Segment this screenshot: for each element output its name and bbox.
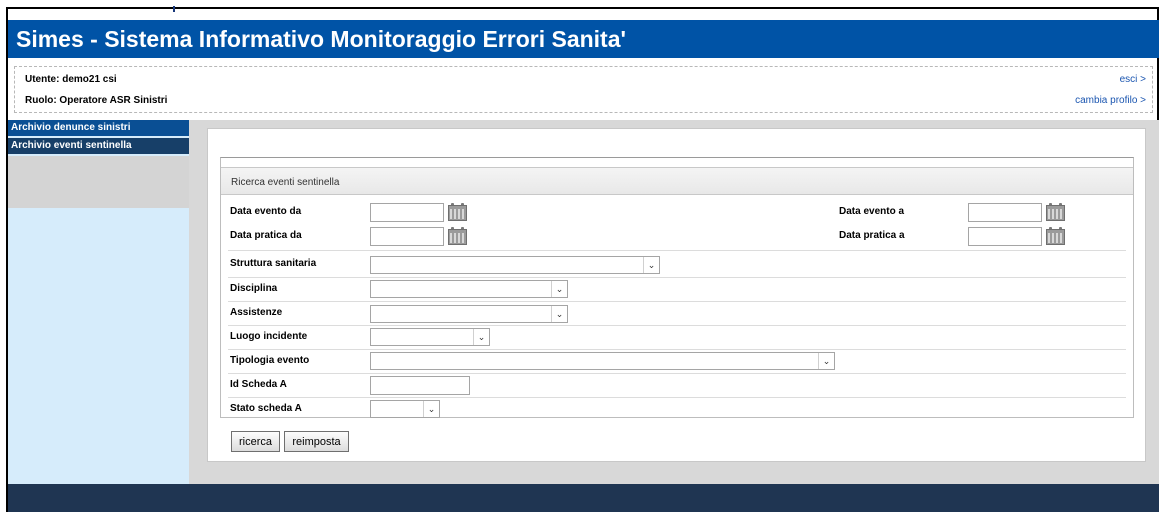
chevron-down-icon: ⌄ [423, 401, 439, 417]
chevron-down-icon: ⌄ [818, 353, 834, 369]
tipologia-evento-label: Tipologia evento [230, 355, 310, 366]
user-role: Ruolo: Operatore ASR Sinistri [25, 95, 168, 106]
sidebar: Archivio denunce sinistri Archivio event… [8, 120, 189, 484]
title-bar: Simes - Sistema Informativo Monitoraggio… [8, 20, 1159, 58]
id-scheda-a-input[interactable] [370, 376, 470, 395]
calendar-icon[interactable] [447, 203, 468, 221]
change-profile-link[interactable]: cambia profilo > [1075, 95, 1146, 106]
assistenze-value [371, 311, 374, 322]
search-button[interactable]: ricerca [231, 431, 280, 452]
user-info-box: Utente: demo21 csi Ruolo: Operatore ASR … [14, 66, 1153, 113]
data-evento-a-input[interactable] [968, 203, 1042, 222]
sidebar-blank-area [8, 156, 189, 208]
disciplina-label: Disciplina [230, 283, 278, 294]
sidebar-item-archivio-eventi-sentinella[interactable]: Archivio eventi sentinella [8, 138, 189, 154]
data-evento-da-label: Data evento da [230, 206, 302, 217]
assistenze-select[interactable]: ⌄ [370, 305, 568, 323]
luogo-incidente-value [371, 334, 374, 345]
app-title: Simes - Sistema Informativo Monitoraggio… [16, 26, 626, 52]
assistenze-label: Assistenze [230, 307, 283, 318]
data-pratica-a-input[interactable] [968, 227, 1042, 246]
chevron-down-icon: ⌄ [643, 257, 659, 273]
row-divider [228, 397, 1126, 398]
luogo-incidente-label: Luogo incidente [230, 331, 308, 342]
chevron-down-icon: ⌄ [551, 281, 567, 297]
data-pratica-a-label: Data pratica a [839, 230, 905, 241]
disciplina-value [371, 286, 374, 297]
struttura-sanitaria-select[interactable]: ⌄ [370, 256, 660, 274]
luogo-incidente-select[interactable]: ⌄ [370, 328, 490, 346]
stato-scheda-a-label: Stato scheda A [230, 403, 302, 414]
row-divider [228, 325, 1126, 326]
row-divider [228, 250, 1126, 251]
logout-link[interactable]: esci > [1120, 74, 1146, 85]
tipologia-evento-select[interactable]: ⌄ [370, 352, 835, 370]
struttura-sanitaria-value [371, 262, 374, 273]
calendar-icon[interactable] [1045, 203, 1066, 221]
id-scheda-a-label: Id Scheda A [230, 379, 287, 390]
chevron-down-icon: ⌄ [473, 329, 489, 345]
data-evento-a-label: Data evento a [839, 206, 905, 217]
data-pratica-da-input[interactable] [370, 227, 444, 246]
chevron-down-icon: ⌄ [551, 306, 567, 322]
sidebar-item-archivio-denunce-sinistri[interactable]: Archivio denunce sinistri [8, 120, 189, 136]
search-form [220, 157, 1134, 418]
row-divider [228, 349, 1126, 350]
calendar-icon[interactable] [447, 227, 468, 245]
top-marker [173, 6, 175, 12]
reset-button[interactable]: reimposta [284, 431, 349, 452]
disciplina-select[interactable]: ⌄ [370, 280, 568, 298]
stato-scheda-a-select[interactable]: ⌄ [370, 400, 440, 418]
struttura-sanitaria-label: Struttura sanitaria [230, 258, 317, 269]
data-pratica-da-label: Data pratica da [230, 230, 302, 241]
calendar-icon[interactable] [1045, 227, 1066, 245]
row-divider [228, 373, 1126, 374]
row-divider [228, 301, 1126, 302]
tipologia-evento-value [371, 358, 374, 369]
stato-scheda-a-value [371, 406, 374, 417]
row-divider [228, 277, 1126, 278]
page: Simes - Sistema Informativo Monitoraggio… [0, 0, 1166, 512]
data-evento-da-input[interactable] [370, 203, 444, 222]
user-name: Utente: demo21 csi [25, 74, 117, 85]
footer-bar [8, 484, 1159, 512]
form-heading: Ricerca eventi sentinella [221, 167, 1133, 195]
